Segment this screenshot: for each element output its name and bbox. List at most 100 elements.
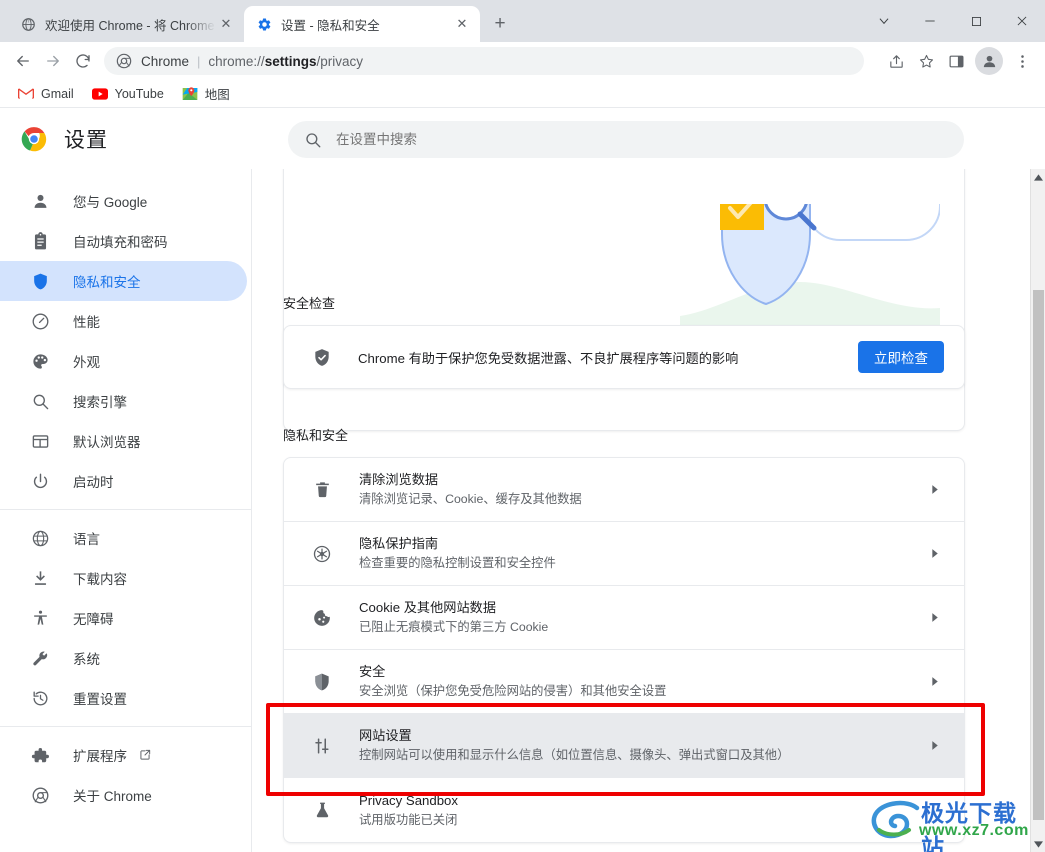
sidebar-item-autofill[interactable]: 自动填充和密码 — [0, 221, 247, 261]
row-title: Privacy Sandbox — [359, 792, 458, 808]
row-cookies[interactable]: Cookie 及其他网站数据 已阻止无痕模式下的第三方 Cookie — [284, 586, 964, 650]
tab-title: 设置 - 隐私和安全 — [281, 18, 380, 33]
sidebar-divider — [0, 726, 251, 727]
speedometer-icon — [30, 311, 50, 331]
bookmark-gmail[interactable]: Gmail — [10, 83, 82, 105]
sidebar-item-performance[interactable]: 性能 — [0, 301, 247, 341]
row-site-settings[interactable]: 网站设置 控制网站可以使用和显示什么信息（如位置信息、摄像头、弹出式窗口及其他） — [284, 714, 964, 778]
content-scrollbar[interactable] — [1030, 169, 1045, 852]
new-tab-button[interactable]: + — [486, 10, 514, 38]
sidebar-item-system[interactable]: 系统 — [0, 638, 247, 678]
row-title: Cookie 及其他网站数据 — [359, 600, 497, 615]
sidebar-item-about-chrome[interactable]: 关于 Chrome — [0, 775, 247, 815]
minimize-icon[interactable] — [907, 0, 953, 42]
maximize-icon[interactable] — [953, 0, 999, 42]
privacy-guide-promo-card: 开始使用 不用了，谢谢 — [283, 169, 965, 431]
puzzle-icon — [30, 745, 50, 765]
search-input[interactable] — [336, 132, 948, 147]
magnifier-icon — [30, 391, 50, 411]
safety-check-text: Chrome 有助于保护您免受数据泄露、不良扩展程序等问题的影响 — [358, 350, 739, 366]
privacy-guide-icon — [312, 544, 332, 564]
browser-toolbar: Chrome | chrome://settings/privacy — [0, 42, 1045, 80]
row-privacy-guide[interactable]: 隐私保护指南 检查重要的隐私控制设置和安全控件 — [284, 522, 964, 586]
omnibox-separator: | — [197, 53, 201, 69]
open-in-new-icon[interactable] — [138, 748, 152, 762]
sidebar-divider — [0, 509, 251, 510]
globe-icon — [20, 16, 36, 32]
row-text: 隐私保护指南 检查重要的隐私控制设置和安全控件 — [359, 534, 924, 573]
row-security[interactable]: 安全 安全浏览（保护您免受危险网站的侵害）和其他安全设置 — [284, 650, 964, 714]
reload-icon[interactable] — [68, 46, 98, 76]
sidebar-item-extensions[interactable]: 扩展程序 — [0, 735, 247, 775]
check-now-button[interactable]: 立即检查 — [858, 341, 944, 373]
bookmark-maps[interactable]: 地图 — [174, 83, 238, 105]
tune-sliders-icon — [312, 736, 332, 756]
watermark-line2: www.xz7.com — [919, 822, 1029, 839]
sidebar-item-downloads[interactable]: 下载内容 — [0, 558, 247, 598]
close-icon[interactable]: ✕ — [452, 14, 472, 34]
tab-title: 欢迎使用 Chrome - 将 Chrome — [45, 18, 215, 33]
row-title: 清除浏览数据 — [359, 472, 439, 487]
sidebar-item-languages[interactable]: 语言 — [0, 518, 247, 558]
safety-check-section-title: 安全检查 — [283, 296, 336, 311]
side-panel-icon[interactable] — [941, 46, 971, 76]
privacy-settings-list: 清除浏览数据 清除浏览记录、Cookie、缓存及其他数据 隐私保护指南 检查重要… — [283, 457, 965, 843]
address-bar[interactable]: Chrome | chrome://settings/privacy — [104, 47, 864, 75]
row-privacy-sandbox[interactable]: Privacy Sandbox 试用版功能已关闭 — [284, 778, 964, 842]
share-icon[interactable] — [881, 46, 911, 76]
three-dot-menu-icon[interactable] — [1007, 46, 1037, 76]
row-clear-browsing-data[interactable]: 清除浏览数据 清除浏览记录、Cookie、缓存及其他数据 — [284, 458, 964, 522]
bookmark-label: 地图 — [204, 88, 230, 102]
accessibility-icon — [30, 608, 50, 628]
sidebar-item-label: 搜索引擎 — [73, 395, 127, 410]
scroll-up-arrow-icon[interactable] — [1031, 169, 1045, 185]
palette-icon — [30, 351, 50, 371]
close-icon[interactable]: ✕ — [216, 14, 236, 34]
forward-arrow-icon[interactable] — [38, 46, 68, 76]
row-text: 清除浏览数据 清除浏览记录、Cookie、缓存及其他数据 — [359, 470, 924, 509]
sidebar-item-default-browser[interactable]: 默认浏览器 — [0, 421, 247, 461]
row-subtitle: 试用版功能已关闭 — [359, 812, 458, 827]
chevron-right-icon — [924, 544, 944, 564]
chrome-browser-window: 欢迎使用 Chrome - 将 Chrome ✕ 设置 - 隐私和安全 ✕ + — [0, 0, 1045, 852]
globe-icon — [30, 528, 50, 548]
sidebar-item-label: 系统 — [73, 652, 100, 667]
row-title: 隐私保护指南 — [359, 536, 439, 551]
row-subtitle: 已阻止无痕模式下的第三方 Cookie — [359, 620, 549, 634]
row-subtitle: 检查重要的隐私控制设置和安全控件 — [359, 556, 556, 570]
shield-icon — [30, 271, 50, 291]
sidebar-item-privacy-security[interactable]: 隐私和安全 — [0, 261, 247, 301]
chevron-right-icon — [924, 480, 944, 500]
page-title: 设置 — [64, 129, 108, 152]
sidebar-item-you-and-google[interactable]: 您与 Google — [0, 181, 247, 221]
close-icon[interactable] — [999, 0, 1045, 42]
sidebar-item-label: 语言 — [73, 532, 100, 547]
row-text: Privacy Sandbox 试用版功能已关闭 — [359, 791, 944, 830]
settings-sidebar: 您与 Google 自动填充和密码 隐私和安全 性能 外观 搜索引擎 默认浏览器… — [0, 169, 252, 852]
sidebar-item-label: 无障碍 — [73, 612, 114, 627]
browser-tab-settings[interactable]: 设置 - 隐私和安全 ✕ — [244, 6, 480, 42]
settings-main-content: 开始使用 不用了，谢谢 安全检查 Chrome 有助于保护您免受数据泄露、不良扩… — [253, 169, 1030, 852]
chevron-right-icon — [924, 608, 944, 628]
row-subtitle: 控制网站可以使用和显示什么信息（如位置信息、摄像头、弹出式窗口及其他） — [359, 748, 790, 762]
google-maps-icon — [182, 86, 198, 102]
star-icon[interactable] — [911, 46, 941, 76]
sidebar-item-label: 重置设置 — [73, 692, 127, 707]
sidebar-item-reset-settings[interactable]: 重置设置 — [0, 678, 247, 718]
sidebar-item-accessibility[interactable]: 无障碍 — [0, 598, 247, 638]
privacy-section-title: 隐私和安全 — [283, 428, 349, 443]
bookmark-label: YouTube — [114, 86, 164, 101]
row-title: 安全 — [359, 664, 386, 679]
browser-tab-welcome[interactable]: 欢迎使用 Chrome - 将 Chrome ✕ — [8, 6, 244, 42]
sidebar-item-search-engine[interactable]: 搜索引擎 — [0, 381, 247, 421]
bookmark-youtube[interactable]: YouTube — [84, 83, 172, 105]
scrollbar-thumb[interactable] — [1033, 290, 1044, 820]
power-icon — [30, 471, 50, 491]
profile-avatar-icon[interactable] — [975, 47, 1003, 75]
sidebar-item-on-startup[interactable]: 启动时 — [0, 461, 247, 501]
sidebar-item-appearance[interactable]: 外观 — [0, 341, 247, 381]
settings-search-box[interactable] — [288, 121, 964, 158]
back-arrow-icon[interactable] — [8, 46, 38, 76]
tab-search-chevron-down-icon[interactable] — [861, 0, 907, 42]
youtube-icon — [91, 86, 108, 102]
